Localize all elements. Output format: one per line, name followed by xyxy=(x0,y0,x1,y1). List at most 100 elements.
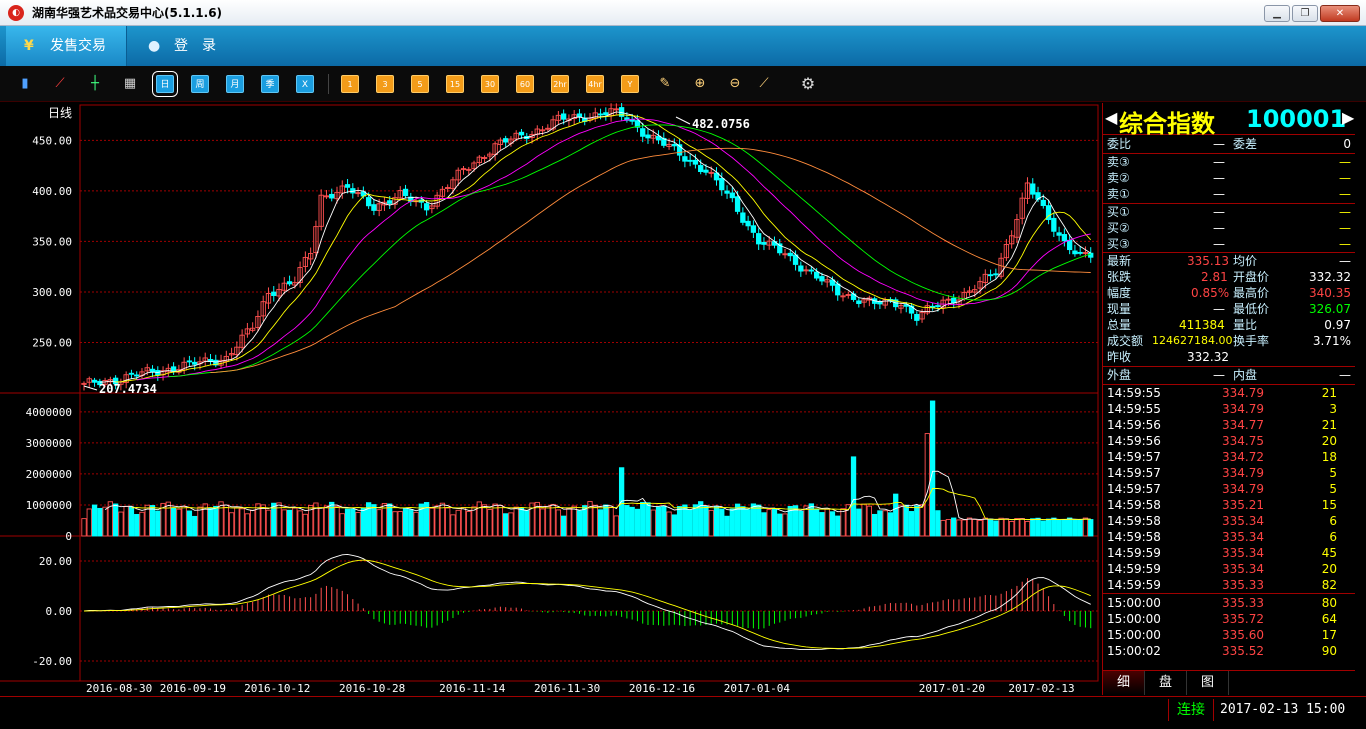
maximize-icon[interactable]: ❐ xyxy=(1292,5,1318,22)
tick-time: 14:59:58 xyxy=(1107,514,1161,528)
tick-row: 14:59:57 334.79 5 xyxy=(1103,465,1355,481)
candle-down xyxy=(1040,199,1046,206)
buy-order-row: 买② — — xyxy=(1103,220,1355,236)
prev-label: 昨收 xyxy=(1107,350,1132,364)
tick-row: 15:00:02 335.52 90 xyxy=(1103,643,1355,659)
tick-volume: 45 xyxy=(1321,546,1337,560)
price-tick-label: 300.00 xyxy=(32,286,72,299)
min-1-button[interactable]: 1 xyxy=(341,75,359,93)
kline-chart[interactable]: 日线 482.0756 207.4734 450.00 400.00 350.00 3… xyxy=(0,103,1100,695)
period-season-button[interactable]: 季 xyxy=(261,75,279,93)
prev-arrow-icon[interactable]: ◀ xyxy=(1105,108,1117,127)
tab-chart[interactable]: 图 xyxy=(1187,671,1229,695)
hr-2-button[interactable]: 2hr xyxy=(551,75,569,93)
tick-time: 14:59:56 xyxy=(1107,434,1161,448)
min-3-button[interactable]: 3 xyxy=(376,75,394,93)
volume-bar xyxy=(887,512,894,537)
volume-bar xyxy=(618,467,625,537)
total-row: 总量 411384 量比 0.97 xyxy=(1103,317,1355,333)
min-30-button[interactable]: 30 xyxy=(481,75,499,93)
tick-price: 335.34 xyxy=(1222,530,1264,544)
index-code: 100001 xyxy=(1246,105,1347,133)
calendar-icon[interactable]: ▦ xyxy=(121,75,139,93)
volume-bar xyxy=(719,508,725,537)
tick-row: 14:59:59 335.34 20 xyxy=(1103,561,1355,577)
volume-bar xyxy=(387,503,393,537)
candle-down xyxy=(1030,183,1036,195)
volume-bar xyxy=(524,510,530,537)
tick-volume: 5 xyxy=(1329,466,1337,480)
candle-down xyxy=(365,197,372,207)
draw-icon[interactable]: ⟋ xyxy=(755,75,773,93)
volume-bar xyxy=(1088,519,1094,537)
volume-bar xyxy=(903,504,909,537)
bar-chart-icon[interactable]: ▮ xyxy=(16,75,34,93)
tick-volume: 18 xyxy=(1321,450,1337,464)
toolbar-separator xyxy=(328,74,329,94)
candle-down xyxy=(1088,252,1094,258)
latest-value: 335.13 xyxy=(1187,254,1229,268)
weibi-row: 委比 — 委差 0 xyxy=(1103,136,1355,152)
date-tick-label: 2017-01-20 xyxy=(919,682,985,695)
tick-volume: 17 xyxy=(1321,628,1337,642)
candlestick-icon[interactable]: ┼ xyxy=(86,75,104,93)
candle-down xyxy=(423,203,430,211)
volume-bar xyxy=(856,508,862,537)
tick-volume: 21 xyxy=(1321,418,1337,432)
quote-panel: ◀ 综合指数 100001 ▶ 委比 — 委差 0 卖③ — — 卖② — — 卖① — — 买… xyxy=(1102,103,1355,695)
title-bar: ◐ 湖南华强艺术品交易中心(5.1.1.6) ▁ ❐ ✕ xyxy=(0,0,1366,26)
volume-bar xyxy=(661,505,667,537)
tick-price: 334.77 xyxy=(1222,418,1264,432)
line-chart-icon[interactable]: ⟋ xyxy=(51,75,69,93)
edit-icon[interactable]: ✎ xyxy=(656,75,674,93)
zoom-out-icon[interactable]: ⊖ xyxy=(726,75,744,93)
min-15-button[interactable]: 15 xyxy=(446,75,464,93)
candle-down xyxy=(371,204,377,211)
avg-label: 均价 xyxy=(1233,254,1258,268)
volume-tick-label: 1000000 xyxy=(26,499,72,512)
connection-status: 连接 xyxy=(1168,699,1214,721)
volume-bar xyxy=(929,400,936,537)
tick-row: 14:59:57 334.72 18 xyxy=(1103,449,1355,465)
candle-down xyxy=(597,113,604,116)
tick-volume: 64 xyxy=(1321,612,1337,626)
next-arrow-icon[interactable]: ▶ xyxy=(1342,108,1354,127)
total-label: 总量 xyxy=(1107,318,1132,332)
tick-row: 14:59:59 335.33 82 xyxy=(1103,577,1355,593)
close-icon[interactable]: ✕ xyxy=(1320,5,1360,22)
tab-detail[interactable]: 细 xyxy=(1103,671,1145,695)
zoom-in-icon[interactable]: ⊕ xyxy=(691,75,709,93)
volume-bar xyxy=(207,507,214,537)
tick-time: 15:00:02 xyxy=(1107,644,1161,658)
sell-trade-menu[interactable]: ¥ 发售交易 xyxy=(6,26,127,66)
candle-down xyxy=(698,165,704,172)
pct-row: 幅度 0.85% 最高价 340.35 xyxy=(1103,285,1355,301)
volume-bar xyxy=(371,504,377,537)
tick-price: 335.34 xyxy=(1222,514,1264,528)
tick-price: 334.79 xyxy=(1222,482,1264,496)
tick-price: 335.34 xyxy=(1222,546,1264,560)
period-x-button[interactable]: X xyxy=(296,75,314,93)
candle-down xyxy=(835,283,841,296)
tick-time: 14:59:59 xyxy=(1107,578,1161,592)
hr-4-button[interactable]: 4hr xyxy=(586,75,604,93)
tick-time: 14:59:59 xyxy=(1107,562,1161,576)
minimize-icon[interactable]: ▁ xyxy=(1264,5,1290,22)
volume-bar xyxy=(655,506,662,537)
candle-down xyxy=(645,134,651,139)
year-button[interactable]: Y xyxy=(621,75,639,93)
open-label: 开盘价 xyxy=(1233,270,1270,284)
period-month-button[interactable]: 月 xyxy=(226,75,244,93)
date-tick-label: 2016-11-14 xyxy=(439,682,506,695)
candle-down xyxy=(603,112,609,116)
min-5-button[interactable]: 5 xyxy=(411,75,429,93)
login-menu[interactable]: ● 登 录 xyxy=(140,26,240,66)
period-day-button[interactable]: 日 xyxy=(152,71,178,97)
min-60-button[interactable]: 60 xyxy=(516,75,534,93)
tab-book[interactable]: 盘 xyxy=(1145,671,1187,695)
gear-icon[interactable]: ⚙ xyxy=(799,75,817,93)
volume-bar xyxy=(634,508,641,537)
tick-price: 335.52 xyxy=(1222,644,1264,658)
period-week-button[interactable]: 周 xyxy=(191,75,209,93)
volume-bar xyxy=(350,508,356,537)
